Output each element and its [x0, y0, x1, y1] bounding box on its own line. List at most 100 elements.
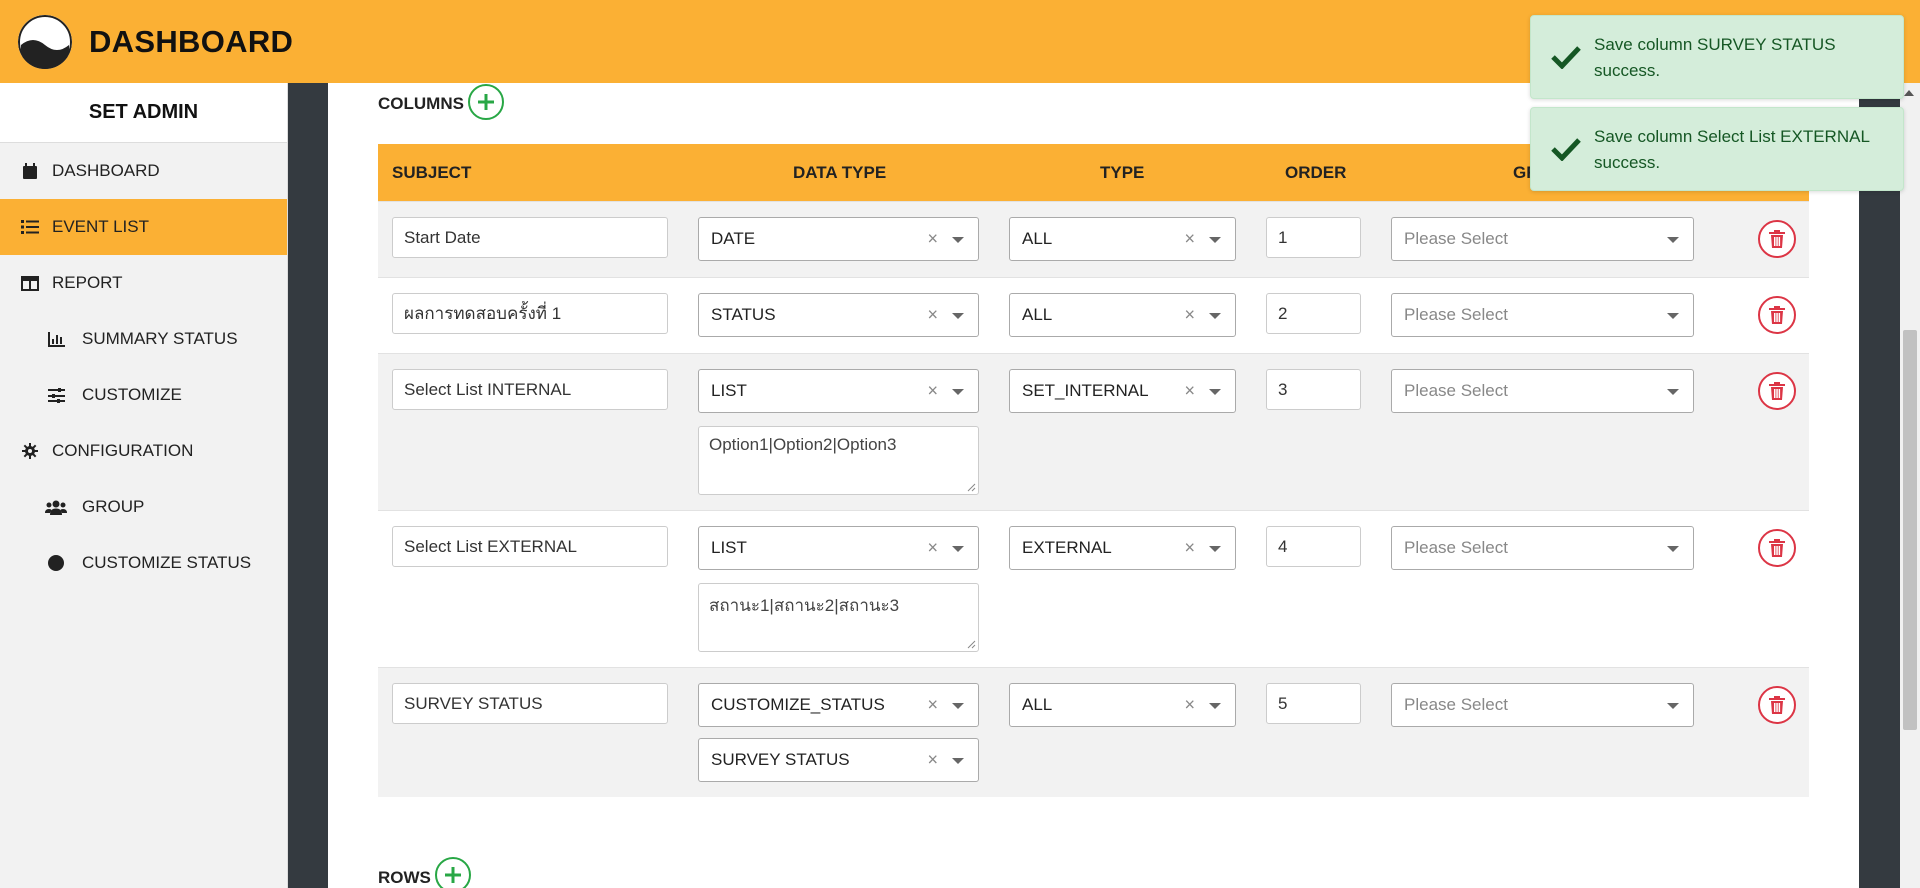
clear-icon[interactable]: ×: [1184, 538, 1195, 559]
data-type-select[interactable]: LIST ×: [698, 526, 979, 570]
chevron-down-icon[interactable]: [952, 389, 964, 395]
resize-handle-icon[interactable]: [966, 482, 976, 492]
chevron-down-icon[interactable]: [1209, 237, 1221, 243]
sidebar-item-configuration[interactable]: CONFIGURATION: [0, 423, 287, 479]
clear-icon[interactable]: ×: [1184, 229, 1195, 250]
sidebar-item-event-list[interactable]: EVENT LIST: [0, 199, 287, 255]
type-select[interactable]: ALL ×: [1009, 683, 1236, 727]
subject-input[interactable]: Start Date: [392, 217, 668, 258]
clear-icon[interactable]: ×: [1184, 695, 1195, 716]
group-select[interactable]: Please Select: [1391, 217, 1694, 261]
selected-value: SET_INTERNAL: [1022, 381, 1149, 400]
group-select[interactable]: Please Select: [1391, 369, 1694, 413]
placeholder-text: Please Select: [1404, 538, 1508, 557]
chevron-down-icon[interactable]: [952, 546, 964, 552]
clear-icon[interactable]: ×: [927, 538, 938, 559]
data-type-select[interactable]: STATUS ×: [698, 293, 979, 337]
chevron-down-icon[interactable]: [1667, 389, 1679, 395]
chevron-down-icon[interactable]: [1209, 313, 1221, 319]
options-textarea[interactable]: สถานะ1|สถานะ2|สถานะ3: [698, 583, 979, 652]
chevron-down-icon[interactable]: [1667, 313, 1679, 319]
status-select[interactable]: SURVEY STATUS ×: [698, 738, 979, 782]
chevron-down-icon[interactable]: [952, 703, 964, 709]
sidebar-item-label: EVENT LIST: [52, 217, 149, 236]
data-type-select[interactable]: CUSTOMIZE_STATUS ×: [698, 683, 979, 727]
users-icon: [44, 497, 68, 517]
subject-input[interactable]: ผลการทดสอบครั้งที่ 1: [392, 293, 668, 334]
sidebar-item-dashboard[interactable]: DASHBOARD: [0, 143, 287, 199]
type-select[interactable]: SET_INTERNAL ×: [1009, 369, 1236, 413]
type-select[interactable]: ALL ×: [1009, 293, 1236, 337]
subject-input[interactable]: SURVEY STATUS: [392, 683, 668, 724]
order-input[interactable]: 4: [1266, 526, 1361, 567]
delete-row-button[interactable]: [1758, 296, 1796, 334]
order-input[interactable]: 3: [1266, 369, 1361, 410]
gear-icon: [18, 441, 42, 461]
data-type-select[interactable]: DATE ×: [698, 217, 979, 261]
resize-handle-icon[interactable]: [966, 639, 976, 649]
scroll-up-arrow-icon[interactable]: [1904, 90, 1914, 96]
selected-value: DATE: [711, 229, 756, 248]
order-input[interactable]: 1: [1266, 217, 1361, 258]
plus-icon: [478, 94, 494, 110]
group-select[interactable]: Please Select: [1391, 293, 1694, 337]
order-input[interactable]: 2: [1266, 293, 1361, 334]
chevron-down-icon[interactable]: [1209, 389, 1221, 395]
clear-icon[interactable]: ×: [1184, 381, 1195, 402]
delete-row-button[interactable]: [1758, 372, 1796, 410]
chevron-down-icon[interactable]: [1209, 703, 1221, 709]
chevron-down-icon[interactable]: [952, 313, 964, 319]
clear-icon[interactable]: ×: [927, 695, 938, 716]
clear-icon[interactable]: ×: [927, 750, 938, 771]
subject-input[interactable]: Select List EXTERNAL: [392, 526, 668, 567]
selected-value: SURVEY STATUS: [711, 750, 850, 769]
chevron-down-icon[interactable]: [1667, 703, 1679, 709]
chevron-down-icon[interactable]: [1667, 546, 1679, 552]
trash-icon: [1769, 230, 1785, 248]
sidebar-item-report[interactable]: REPORT: [0, 255, 287, 311]
add-row-button[interactable]: [435, 857, 471, 888]
rows-section-title: ROWS: [378, 868, 431, 887]
clear-icon[interactable]: ×: [927, 381, 938, 402]
add-column-button[interactable]: [468, 84, 504, 120]
selected-value: LIST: [711, 381, 747, 400]
delete-row-button[interactable]: [1758, 686, 1796, 724]
scrollbar-thumb[interactable]: [1903, 330, 1917, 730]
list-icon: [18, 217, 42, 237]
group-select[interactable]: Please Select: [1391, 526, 1694, 570]
sidebar-item-customize[interactable]: CUSTOMIZE: [0, 367, 287, 423]
chevron-down-icon[interactable]: [952, 758, 964, 764]
table-icon: [18, 273, 42, 293]
sidebar-item-customize-status[interactable]: CUSTOMIZE STATUS: [0, 535, 287, 591]
header-subject: SUBJECT: [392, 163, 472, 182]
delete-row-button[interactable]: [1758, 529, 1796, 567]
success-toast[interactable]: Save column Select List EXTERNAL success…: [1530, 107, 1904, 191]
order-input[interactable]: 5: [1266, 683, 1361, 724]
clear-icon[interactable]: ×: [927, 305, 938, 326]
logo-icon[interactable]: [18, 15, 72, 69]
options-textarea[interactable]: Option1|Option2|Option3: [698, 426, 979, 495]
type-select[interactable]: EXTERNAL ×: [1009, 526, 1236, 570]
app-title[interactable]: DASHBOARD: [89, 24, 293, 60]
clear-icon[interactable]: ×: [927, 229, 938, 250]
placeholder-text: Please Select: [1404, 305, 1508, 324]
subject-input[interactable]: Select List INTERNAL: [392, 369, 668, 410]
sidebar-item-label: GROUP: [82, 497, 145, 516]
bar-chart-icon: [44, 329, 68, 349]
success-toast[interactable]: Save column SURVEY STATUS success.: [1530, 15, 1904, 99]
sidebar-item-summary-status[interactable]: SUMMARY STATUS: [0, 311, 287, 367]
chevron-down-icon[interactable]: [1209, 546, 1221, 552]
sidebar-item-label: CUSTOMIZE: [82, 385, 182, 404]
data-type-select[interactable]: LIST ×: [698, 369, 979, 413]
chevron-down-icon[interactable]: [952, 237, 964, 243]
group-select[interactable]: Please Select: [1391, 683, 1694, 727]
chevron-down-icon[interactable]: [1667, 237, 1679, 243]
delete-row-button[interactable]: [1758, 220, 1796, 258]
sliders-icon: [44, 385, 68, 405]
table-row: ผลการทดสอบครั้งที่ 1 STATUS × ALL × 2 Pl…: [378, 277, 1809, 353]
type-select[interactable]: ALL ×: [1009, 217, 1236, 261]
table-row: Select List INTERNAL LIST × Option1|Opti…: [378, 353, 1809, 510]
sidebar-item-group[interactable]: GROUP: [0, 479, 287, 535]
clear-icon[interactable]: ×: [1184, 305, 1195, 326]
selected-value: STATUS: [711, 305, 776, 324]
